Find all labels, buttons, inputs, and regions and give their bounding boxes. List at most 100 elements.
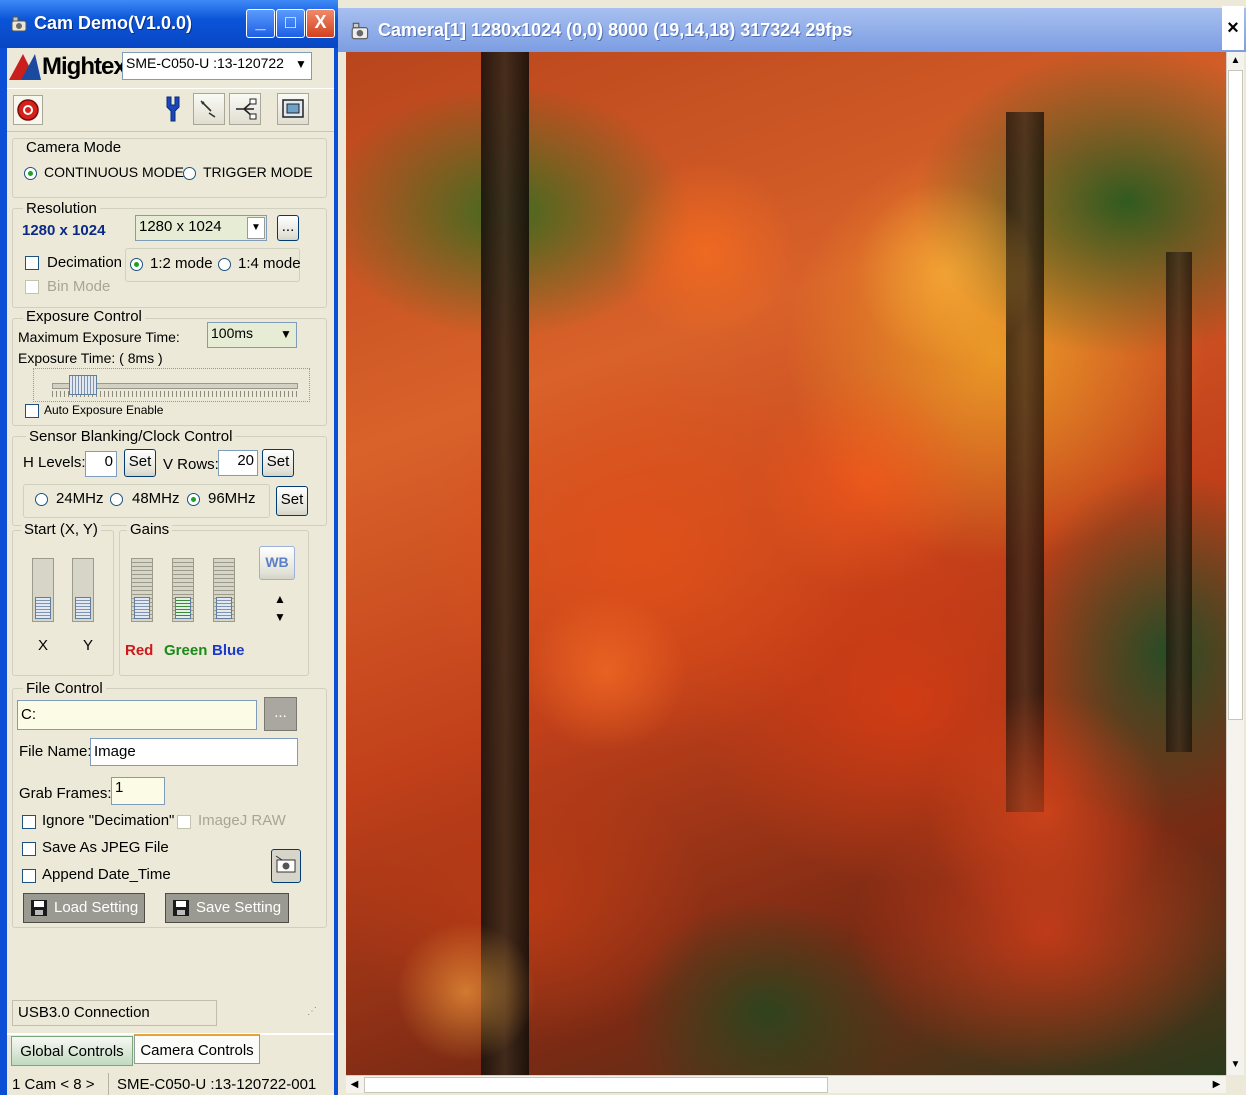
control-window-titlebar[interactable]: Cam Demo(V1.0.0) _ □ X (0, 0, 338, 48)
white-balance-button[interactable]: WB (259, 546, 295, 580)
gain-down-arrow-icon[interactable]: ▼ (274, 610, 286, 624)
save-jpeg-label: Save As JPEG File (42, 839, 169, 856)
decimation-1-4-radio[interactable] (218, 258, 231, 271)
gains-label: Gains (127, 521, 173, 538)
camera-mode-label: Camera Mode (23, 139, 125, 156)
clock-24mhz-radio[interactable] (35, 493, 48, 506)
imagej-raw-label: ImageJ RAW (198, 812, 286, 829)
scroll-left-icon[interactable]: ◀ (346, 1077, 363, 1093)
close-button[interactable]: X (306, 9, 335, 38)
horizontal-scrollbar[interactable]: ◀ ▶ (346, 1075, 1226, 1093)
clock-24mhz-label: 24MHz (56, 490, 104, 507)
scroll-up-icon[interactable]: ▲ (1227, 52, 1244, 69)
network-tool-button[interactable] (229, 93, 261, 125)
monitor-icon (282, 99, 304, 118)
camera-snapshot-icon (275, 855, 296, 873)
max-exposure-label: Maximum Exposure Time: (18, 329, 180, 345)
exposure-slider[interactable] (33, 368, 310, 402)
start-y-thumb[interactable] (75, 597, 91, 619)
file-path-input[interactable]: C: (17, 700, 257, 730)
resolution-more-button[interactable]: ... (277, 215, 299, 241)
exposure-slider-thumb[interactable] (69, 375, 98, 395)
display-tool-button[interactable] (277, 93, 309, 125)
vertical-scrollbar[interactable]: ▲ ▼ (1226, 52, 1244, 1075)
clock-48mhz-radio[interactable] (110, 493, 123, 506)
horizontal-scroll-thumb[interactable] (364, 1077, 828, 1093)
tab-global-controls[interactable]: Global Controls (11, 1036, 133, 1066)
start-group (12, 530, 114, 676)
green-label: Green (164, 642, 208, 659)
clock-set-button[interactable]: Set (276, 486, 308, 516)
save-setting-label: Save Setting (196, 899, 282, 916)
control-window-title: Cam Demo(V1.0.0) (34, 13, 193, 33)
camera-close-button[interactable]: × (1222, 6, 1244, 50)
camera-live-image[interactable] (346, 52, 1226, 1075)
gain-up-arrow-icon[interactable]: ▲ (274, 592, 286, 606)
save-jpeg-checkbox[interactable] (22, 842, 36, 856)
scroll-right-icon[interactable]: ▶ (1208, 1077, 1225, 1093)
file-control-label: File Control (23, 680, 106, 697)
floppy-disk-icon (173, 900, 189, 916)
start-label: Start (X, Y) (21, 521, 101, 538)
max-exposure-select[interactable]: 100ms ▼ (207, 322, 297, 348)
maximize-button[interactable]: □ (276, 9, 305, 38)
load-setting-button[interactable]: Load Setting (23, 893, 145, 923)
device-select-value: SME-C050-U :13-120722 (126, 55, 284, 71)
network-icon (236, 98, 257, 120)
brand-label: Mightex (42, 53, 127, 80)
start-x-thumb[interactable] (35, 597, 51, 619)
red-gain-slider[interactable] (131, 558, 153, 622)
camera-window: Camera[1] 1280x1024 (0,0) 8000 (19,14,18… (338, 0, 1246, 1095)
green-gain-thumb[interactable] (175, 597, 191, 619)
green-gain-slider[interactable] (172, 558, 194, 622)
probe-tool-button[interactable] (193, 93, 225, 125)
v-rows-set-button[interactable]: Set (262, 449, 294, 477)
camera-app-icon (11, 16, 27, 32)
v-rows-input[interactable]: 20 (218, 450, 258, 476)
h-levels-input[interactable]: 0 (85, 451, 117, 477)
ignore-decimation-checkbox[interactable] (22, 815, 36, 829)
camera-window-titlebar[interactable]: Camera[1] 1280x1024 (0,0) 8000 (19,14,18… (338, 6, 1246, 52)
clock-96mhz-radio[interactable] (187, 493, 200, 506)
device-select[interactable]: SME-C050-U :13-120722 ▼ (122, 52, 312, 80)
settings-wrench-button[interactable] (157, 93, 189, 125)
decimation-1-4-label: 1:4 mode (238, 255, 301, 272)
imagej-raw-checkbox[interactable] (177, 815, 191, 829)
trigger-mode-radio[interactable] (183, 167, 196, 180)
decimation-checkbox[interactable] (25, 256, 39, 270)
device-id-status: SME-C050-U :13-120722-001 (117, 1076, 317, 1093)
decimation-1-2-label: 1:2 mode (150, 255, 213, 272)
continuous-mode-radio[interactable] (24, 167, 37, 180)
file-name-input[interactable]: Image (90, 738, 298, 766)
browse-folder-button[interactable]: ... (264, 697, 297, 731)
tab-camera-controls[interactable]: Camera Controls (134, 1034, 260, 1064)
wrench-icon (166, 96, 180, 122)
vertical-scroll-thumb[interactable] (1228, 70, 1243, 720)
stop-button[interactable] (13, 95, 43, 125)
camera-app-icon (351, 22, 369, 40)
bin-mode-checkbox[interactable] (25, 280, 39, 294)
start-x-slider[interactable] (32, 558, 54, 622)
chevron-down-icon: ▼ (292, 54, 310, 78)
minimize-button[interactable]: _ (246, 9, 275, 38)
scroll-down-icon[interactable]: ▼ (1227, 1056, 1244, 1073)
start-y-slider[interactable] (72, 558, 94, 622)
resize-grip-icon[interactable]: ⋰ (307, 1006, 317, 1017)
y-label: Y (83, 637, 94, 654)
bin-mode-label: Bin Mode (47, 278, 111, 295)
red-gain-thumb[interactable] (134, 597, 150, 619)
max-exposure-value: 100ms (211, 325, 254, 341)
mightex-logo-icon (9, 54, 41, 80)
save-setting-button[interactable]: Save Setting (165, 893, 289, 923)
h-levels-set-button[interactable]: Set (124, 449, 156, 477)
resolution-select[interactable]: 1280 x 1024 ▼ (135, 215, 267, 241)
grab-camera-button[interactable] (271, 849, 301, 883)
blue-gain-slider[interactable] (213, 558, 235, 622)
blue-gain-thumb[interactable] (216, 597, 232, 619)
load-setting-label: Load Setting (54, 899, 139, 916)
probe-icon (200, 100, 216, 118)
auto-exposure-checkbox[interactable] (25, 404, 39, 418)
append-date-checkbox[interactable] (22, 869, 36, 883)
grab-frames-input[interactable]: 1 (111, 777, 165, 805)
decimation-1-2-radio[interactable] (130, 258, 143, 271)
